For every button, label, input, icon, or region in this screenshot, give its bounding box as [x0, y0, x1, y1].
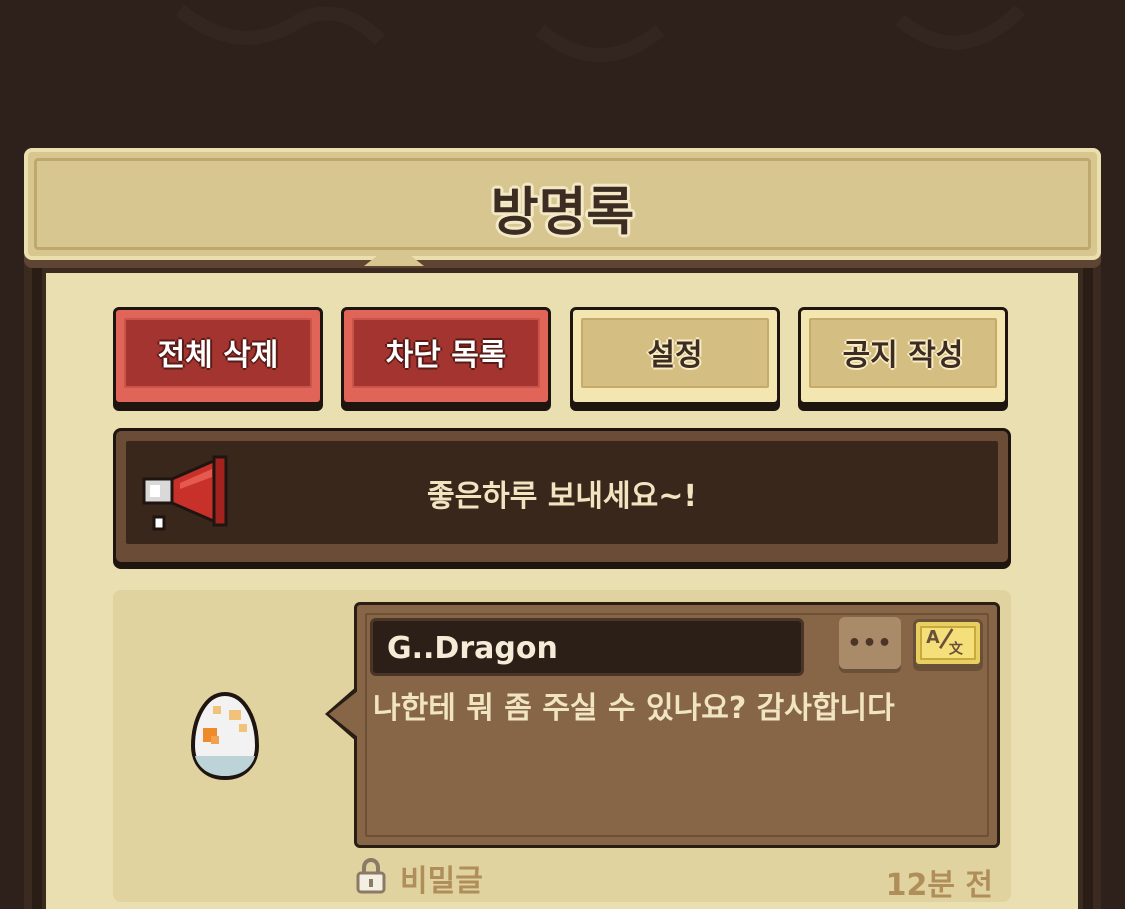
block-list-button[interactable]: 차단 목록 [341, 307, 551, 405]
background-pattern [175, 4, 1025, 62]
page-title: 방명록 [490, 183, 635, 243]
block-list-label: 차단 목록 [385, 338, 507, 373]
write-notice-button[interactable]: 공지 작성 [798, 307, 1008, 405]
translate-button[interactable]: A 文 [913, 619, 983, 667]
timestamp: 12분 전 [885, 868, 993, 903]
guestbook-entry: G..Dragon ••• A 文 나한테 뭐 좀 주실 수 있나요? 감사합니… [113, 590, 1011, 903]
message-bubble: G..Dragon ••• A 文 나한테 뭐 좀 주실 수 있나요? 감사합니… [354, 602, 1000, 848]
svg-text:文: 文 [949, 641, 964, 658]
delete-all-button[interactable]: 전체 삭제 [113, 307, 323, 405]
lock-icon [356, 858, 386, 894]
settings-label: 설정 [647, 338, 703, 373]
translate-icon: A 文 [926, 628, 964, 658]
write-notice-label: 공지 작성 [842, 338, 964, 373]
secret-label: 비밀글 [400, 864, 483, 899]
notice-text: 좋은하루 보내세요~! [426, 479, 698, 514]
delete-all-label: 전체 삭제 [157, 338, 279, 373]
svg-text:A: A [926, 628, 940, 648]
author-name-box: G..Dragon [370, 618, 804, 676]
message-text: 나한테 뭐 좀 주실 수 있나요? 감사합니다 [373, 691, 895, 726]
more-options-icon: ••• [847, 630, 893, 656]
more-options-button[interactable]: ••• [839, 617, 901, 669]
notice-banner: 좋은하루 보내세요~! [113, 428, 1011, 565]
egg-avatar-icon [190, 691, 260, 781]
settings-button[interactable]: 설정 [570, 307, 780, 405]
author-name[interactable]: G..Dragon [387, 631, 558, 666]
